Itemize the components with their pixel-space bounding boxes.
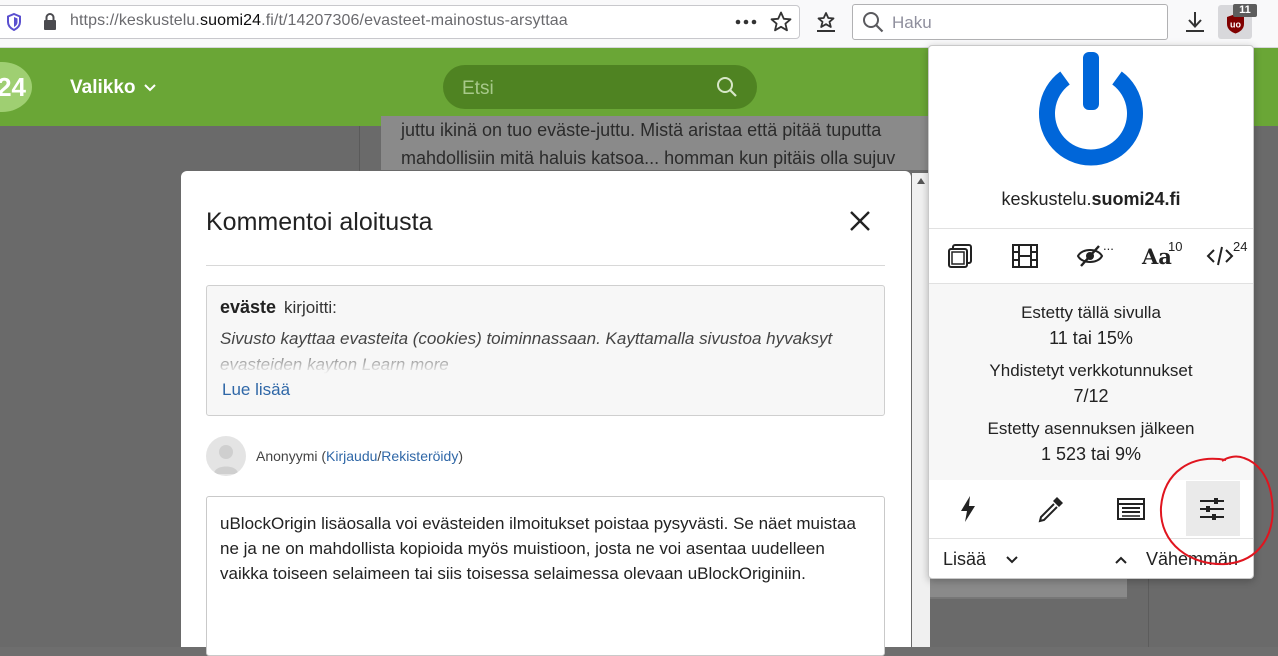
modal-title: Kommentoi aloitusta [206, 208, 433, 236]
search-icon [862, 11, 884, 33]
url-domain: suomi24 [199, 12, 262, 29]
chevron-up-icon [1114, 555, 1128, 565]
chevron-down-icon [1005, 555, 1019, 565]
fonts-count: 10 [1168, 239, 1183, 254]
more-label: Lisää [943, 549, 987, 569]
modal-divider [206, 265, 885, 266]
svg-text:uo: uo [1230, 20, 1241, 30]
logger-icon[interactable] [1117, 497, 1145, 521]
more-dots-icon[interactable] [735, 19, 757, 25]
ublock-divider [929, 228, 1253, 229]
register-link[interactable]: Rekisteröidy [381, 448, 458, 464]
close-paren: ) [458, 448, 463, 464]
domains-label: Yhdistetyt verkkotunnukset [989, 361, 1193, 380]
url-suffix: .fi/t/14207306/evasteet-mainostus-arsytt… [261, 12, 568, 29]
scroll-up-arrow-icon[interactable] [917, 178, 925, 184]
download-icon[interactable] [1184, 10, 1206, 34]
library-star-icon[interactable] [814, 11, 838, 33]
post-text: juttu ikinä on tuo eväste-juttu. Mistä a… [401, 116, 941, 172]
eye-slash-icon[interactable] [1076, 244, 1104, 268]
browser-search-placeholder: Haku [892, 13, 932, 32]
post-text-line: juttu ikinä on tuo eväste-juttu. Mistä a… [401, 120, 882, 140]
cosmetic-suffix: ... [1103, 238, 1114, 253]
site-search-placeholder: Etsi [462, 78, 494, 99]
comment-text: uBlockOrigin lisäosalla voi evästeiden i… [220, 514, 856, 583]
ublock-badge: 11 [1233, 4, 1257, 17]
more-button[interactable]: Lisää [943, 549, 1019, 570]
ublock-domain: keskustelu.suomi24.fi [928, 189, 1254, 210]
code-scripts-icon[interactable] [1206, 245, 1234, 267]
quote-wrote-label: kirjoitti: [284, 298, 337, 317]
popup-block-icon[interactable] [946, 242, 974, 270]
avatar [206, 436, 246, 476]
site-search-icon[interactable] [716, 76, 738, 98]
scripts-count: 24 [1233, 239, 1248, 254]
lock-icon[interactable] [42, 12, 58, 31]
eyedropper-icon[interactable] [1037, 495, 1065, 523]
menu-label: Valikko [70, 77, 136, 98]
shield-icon[interactable] [6, 13, 22, 31]
film-media-icon[interactable] [1011, 242, 1039, 270]
anonymous-user-line: Anonyymi (Kirjaudu/Rekisteröidy) [256, 448, 463, 464]
post-text-line: mahdollisiin mitä haluis katsoa... homma… [401, 148, 896, 168]
read-more-link[interactable]: Lue lisää [222, 380, 290, 400]
domains-value: 7/12 [1073, 386, 1109, 406]
quote-author: eväste [220, 297, 277, 317]
lightning-icon[interactable] [958, 495, 978, 523]
domain-subdomain: keskustelu. [1001, 189, 1092, 209]
annotation-circle [1156, 452, 1278, 572]
power-button-icon[interactable] [1034, 52, 1148, 174]
blocked-page-value: 11 tai 15% [1049, 328, 1133, 348]
blocked-total-label: Estetty asennuksen jälkeen [987, 419, 1195, 438]
menu-button[interactable]: Valikko [70, 77, 157, 99]
url-prefix: https://keskustelu. [70, 12, 200, 29]
login-link[interactable]: Kirjaudu [326, 448, 377, 464]
blocked-page-label: Estetty tällä sivulla [1021, 303, 1161, 322]
anonymous-label: Anonyymi ( [256, 448, 327, 464]
url-text[interactable]: https://keskustelu.suomi24.fi/t/14207306… [70, 12, 568, 30]
chevron-down-icon [143, 83, 157, 93]
bookmark-star-icon[interactable] [770, 11, 792, 33]
close-icon[interactable] [846, 207, 874, 235]
quote-fade [207, 346, 884, 374]
domain-main: suomi24.fi [1091, 189, 1181, 209]
